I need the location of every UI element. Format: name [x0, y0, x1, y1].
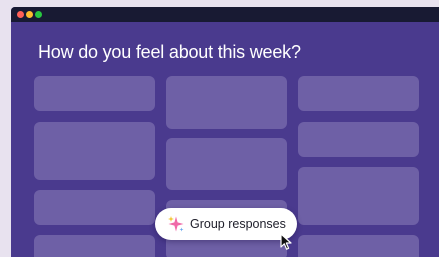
group-responses-button[interactable]: Group responses	[155, 208, 297, 240]
minimize-window-button[interactable]	[26, 11, 33, 18]
sparkle-icon	[168, 216, 184, 232]
response-card[interactable]	[34, 190, 155, 225]
sparkle-small-star	[168, 216, 174, 222]
sparkle-tiny-star	[179, 227, 184, 232]
response-card[interactable]	[34, 122, 155, 180]
response-card[interactable]	[34, 76, 155, 111]
close-window-button[interactable]	[17, 11, 24, 18]
cursor-arrow-icon	[280, 233, 292, 250]
response-card[interactable]	[166, 138, 287, 190]
zoom-window-button[interactable]	[35, 11, 42, 18]
board-heading: How do you feel about this week?	[38, 42, 301, 62]
response-card[interactable]	[166, 76, 287, 129]
response-card[interactable]	[298, 235, 419, 257]
response-card[interactable]	[298, 167, 419, 225]
response-card[interactable]	[298, 76, 419, 111]
response-card[interactable]	[298, 122, 419, 157]
group-responses-label: Group responses	[190, 217, 286, 231]
response-card[interactable]	[34, 235, 155, 257]
title-bar	[11, 7, 439, 22]
